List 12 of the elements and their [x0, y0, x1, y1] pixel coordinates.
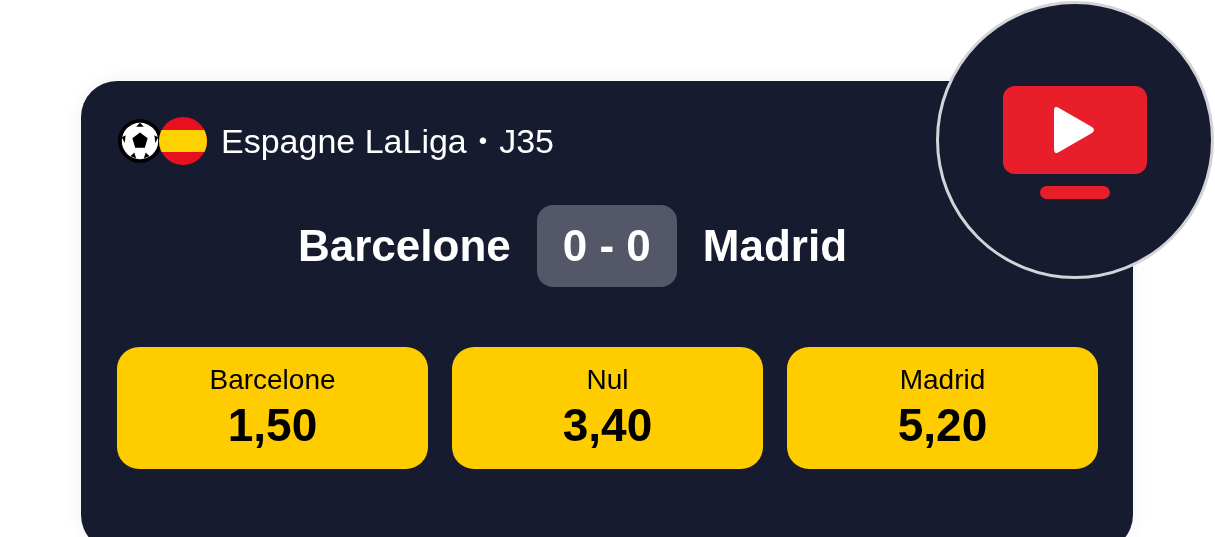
spain-flag-icon: [159, 117, 207, 165]
score: 0 - 0: [536, 205, 677, 287]
tv-play-icon: [1003, 86, 1147, 200]
home-team: Barcelone: [297, 221, 511, 271]
soccer-ball-icon: [117, 118, 163, 164]
separator-dot: •: [478, 127, 488, 155]
odds-button[interactable]: Barcelone 1,50: [117, 347, 428, 469]
round-label: J35: [499, 121, 554, 161]
odds-button[interactable]: Madrid 5,20: [787, 347, 1098, 469]
odds-button[interactable]: Nul 3,40: [452, 347, 763, 469]
away-team: Madrid: [702, 221, 847, 271]
league-name: Espagne LaLiga: [221, 121, 467, 161]
